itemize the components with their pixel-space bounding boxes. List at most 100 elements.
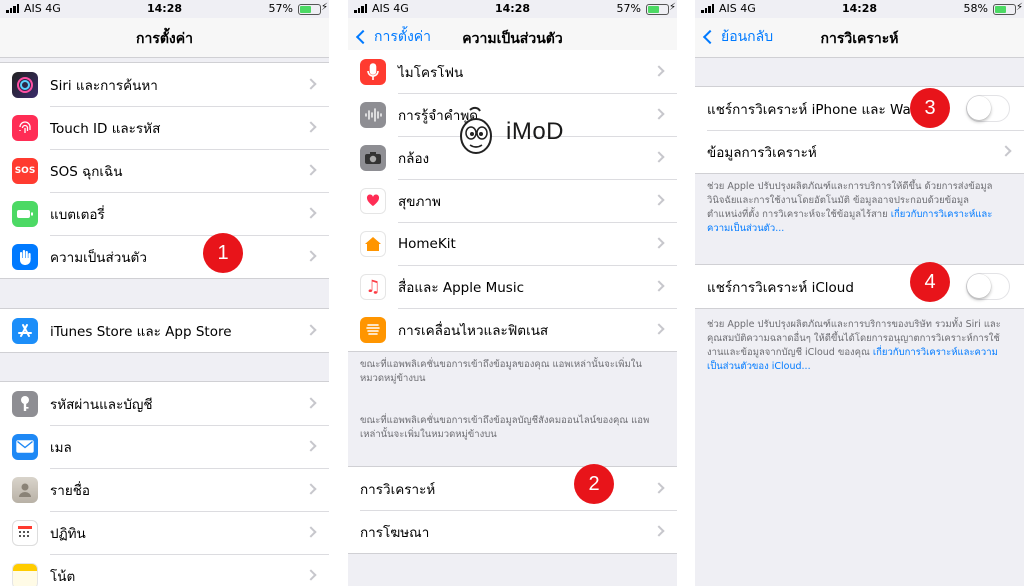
- settings-item-passwords[interactable]: รหัสผ่านและบัญชี: [0, 382, 329, 425]
- sos-icon: SOS: [12, 157, 38, 184]
- privacy-footer-note-1: ขณะที่แอพพลิเคชั่นขอการเข้าถึงข้อมูลของค…: [360, 359, 642, 384]
- share-iphone-analytics-toggle[interactable]: [966, 95, 1010, 122]
- share-icloud-analytics-toggle[interactable]: [966, 273, 1010, 300]
- privacy-item-label: สุขภาพ: [398, 193, 441, 210]
- analytics-footer-note-2: ช่วย Apple ปรับปรุงผลิตภัณฑ์และการบริการ…: [707, 318, 1012, 374]
- settings-item-label: รหัสผ่านและบัญชี: [50, 396, 153, 413]
- hand-icon: [12, 243, 38, 270]
- privacy-item-label: กล้อง: [398, 150, 430, 167]
- chevron-right-icon: [653, 65, 665, 77]
- privacy-screen: AIS 4G 14:28 57% ⚡ การตั้งค่า ความเป็นส่…: [348, 0, 677, 586]
- privacy-item-microphone[interactable]: ไมโครโฟน: [348, 50, 677, 93]
- app-store-icon: [12, 317, 38, 344]
- settings-group-3: รหัสผ่านและบัญชี เมล รายชื่อ ปฏิทิน โน้ต: [0, 381, 329, 586]
- settings-item-label: iTunes Store และ App Store: [50, 323, 232, 340]
- siri-icon: [12, 71, 38, 98]
- chevron-right-icon: [305, 397, 317, 409]
- page-title: ความเป็นส่วนตัว: [462, 31, 563, 47]
- share-iphone-analytics-row: แชร์การวิเคราะห์ iPhone และ Wa: [695, 87, 1024, 130]
- settings-item-contacts[interactable]: รายชื่อ: [0, 468, 329, 511]
- contacts-icon: [12, 476, 38, 503]
- chevron-right-icon: [653, 237, 665, 249]
- settings-item-label: แบตเตอรี่: [50, 206, 105, 223]
- settings-item-battery[interactable]: แบตเตอรี่: [0, 192, 329, 235]
- privacy-item-homekit[interactable]: HomeKit: [348, 222, 677, 265]
- battery-icon: [12, 200, 38, 227]
- chevron-right-icon: [653, 482, 665, 494]
- privacy-item-analytics[interactable]: การวิเคราะห์: [348, 467, 677, 510]
- privacy-item-media-music[interactable]: ♫ สื่อและ Apple Music: [348, 265, 677, 308]
- privacy-item-motion-fitness[interactable]: การเคลื่อนไหวและฟิตเนส: [348, 308, 677, 351]
- privacy-item-label: การเคลื่อนไหวและฟิตเนส: [398, 322, 549, 339]
- key-icon: [12, 390, 38, 417]
- settings-item-label: ความเป็นส่วนตัว: [50, 249, 147, 266]
- chevron-right-icon: [653, 108, 665, 120]
- status-bar: AIS 4G 14:28 58% ⚡: [695, 0, 1024, 18]
- settings-item-notes[interactable]: โน้ต: [0, 554, 329, 586]
- privacy-item-label: ไมโครโฟน: [398, 64, 464, 81]
- analytics-data-row[interactable]: ข้อมูลการวิเคราะห์: [695, 130, 1024, 173]
- settings-item-mail[interactable]: เมล: [0, 425, 329, 468]
- privacy-item-label: การโฆษณา: [360, 524, 430, 541]
- chevron-right-icon: [653, 525, 665, 537]
- share-iphone-analytics-label: แชร์การวิเคราะห์ iPhone และ Wa: [707, 101, 911, 118]
- camera-icon: [360, 144, 386, 171]
- settings-item-sos[interactable]: SOS SOS ฉุกเฉิน: [0, 149, 329, 192]
- chevron-right-icon: [305, 121, 317, 133]
- mail-icon: [12, 433, 38, 460]
- status-bar: AIS 4G 14:28 57% ⚡: [0, 0, 329, 18]
- step-badge: 4: [910, 262, 950, 302]
- privacy-item-health[interactable]: สุขภาพ: [348, 179, 677, 222]
- battery-percent: 57%: [616, 2, 641, 15]
- watermark-text: iMoD: [506, 118, 565, 145]
- battery-percent: 58%: [963, 2, 988, 15]
- privacy-item-label: การวิเคราะห์: [360, 481, 436, 498]
- chevron-right-icon: [305, 440, 317, 452]
- chevron-right-icon: [1000, 145, 1012, 157]
- settings-item-siri[interactable]: Siri และการค้นหา: [0, 63, 329, 106]
- settings-item-privacy[interactable]: ความเป็นส่วนตัว: [0, 235, 329, 278]
- chevron-right-icon: [305, 569, 317, 581]
- chevron-right-icon: [305, 78, 317, 90]
- chevron-right-icon: [305, 250, 317, 262]
- privacy-item-label: สื่อและ Apple Music: [398, 279, 524, 296]
- chevron-right-icon: [305, 324, 317, 336]
- music-icon: ♫: [360, 273, 386, 300]
- home-icon: [360, 230, 386, 257]
- chevron-right-icon: [653, 151, 665, 163]
- toggle-knob: [967, 274, 991, 298]
- settings-group-1: Siri และการค้นหา Touch ID และรหัส SOS SO…: [0, 62, 329, 279]
- page-title: การตั้งค่า: [135, 31, 193, 47]
- privacy-item-advertising[interactable]: การโฆษณา: [348, 510, 677, 553]
- settings-item-touch-id[interactable]: Touch ID และรหัส: [0, 106, 329, 149]
- step-badge: 3: [910, 88, 950, 128]
- settings-item-label: Siri และการค้นหา: [50, 77, 158, 94]
- privacy-group-1: ไมโครโฟน การรู้จำคำพูด กล้อง สุขภาพ Home…: [348, 50, 677, 352]
- navigation-bar: การตั้งค่า: [0, 18, 329, 58]
- toggle-knob: [967, 96, 991, 120]
- chevron-right-icon: [653, 280, 665, 292]
- health-icon: [360, 187, 386, 214]
- analytics-footer-note-1: ช่วย Apple ปรับปรุงผลิตภัณฑ์และการบริการ…: [707, 180, 1012, 236]
- microphone-icon: [360, 58, 386, 85]
- settings-item-calendar[interactable]: ปฏิทิน: [0, 511, 329, 554]
- battery-icon: [993, 4, 1016, 15]
- navigation-bar: ย้อนกลับ การวิเคราะห์: [695, 18, 1024, 58]
- fingerprint-icon: [12, 114, 38, 141]
- share-icloud-analytics-row: แชร์การวิเคราะห์ iCloud: [695, 265, 1024, 308]
- privacy-group-2: การวิเคราะห์ การโฆษณา: [348, 466, 677, 554]
- page-title: การวิเคราะห์: [820, 31, 899, 47]
- charging-icon: ⚡: [1015, 2, 1023, 13]
- imod-watermark: iMoD: [456, 106, 564, 158]
- settings-item-label: ปฏิทิน: [50, 525, 86, 542]
- calendar-icon: [12, 519, 38, 546]
- analytics-screen: AIS 4G 14:28 58% ⚡ ย้อนกลับ การวิเคราะห์…: [695, 0, 1024, 586]
- settings-screen: AIS 4G 14:28 57% ⚡ การตั้งค่า Siri และกา…: [0, 0, 329, 586]
- screenshot-stage: AIS 4G 14:28 57% ⚡ การตั้งค่า Siri และกา…: [0, 0, 1024, 586]
- battery-icon: [646, 4, 669, 15]
- chevron-right-icon: [305, 526, 317, 538]
- settings-group-2: iTunes Store และ App Store: [0, 308, 329, 353]
- settings-item-label: Touch ID และรหัส: [50, 120, 161, 137]
- charging-icon: ⚡: [668, 2, 676, 13]
- settings-item-app-store[interactable]: iTunes Store และ App Store: [0, 309, 329, 352]
